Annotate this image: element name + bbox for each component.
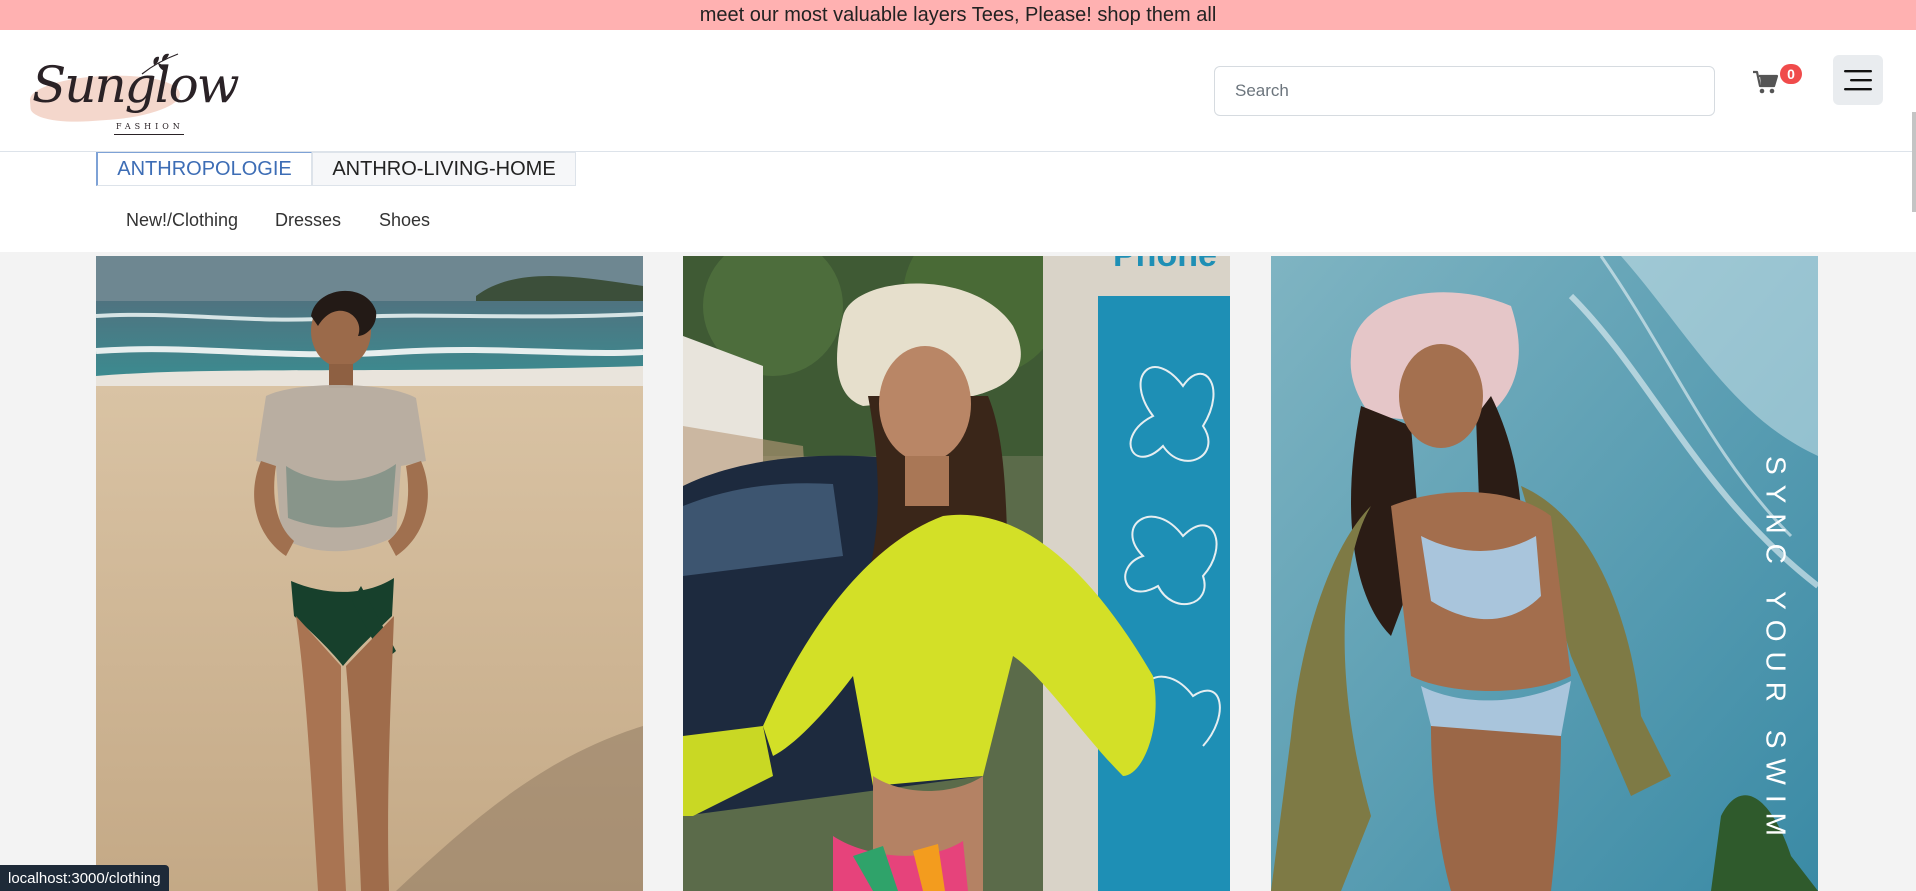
gallery-image-blue-bikini[interactable]: SYNC YOUR SWIM (1271, 256, 1818, 891)
search-input[interactable] (1214, 66, 1715, 116)
product-gallery: Phone (0, 252, 1916, 891)
cart-button[interactable]: 0 (1752, 64, 1802, 102)
nav-link-dresses[interactable]: Dresses (275, 210, 341, 231)
logo-tagline: FASHION (116, 122, 184, 131)
tab-anthro-living-home[interactable]: ANTHRO-LIVING-HOME (312, 152, 576, 186)
nav-link-shoes[interactable]: Shoes (379, 210, 430, 231)
logo-underline (114, 134, 184, 135)
tab-anthropologie[interactable]: ANTHROPOLOGIE (96, 152, 312, 186)
page-scrollbar[interactable] (1912, 112, 1916, 212)
svg-text:Phone: Phone (1113, 256, 1217, 274)
announcement-text: meet our most valuable layers Tees, Plea… (699, 3, 1217, 26)
store-navigation: ANTHROPOLOGIE ANTHRO-LIVING-HOME New!/Cl… (0, 152, 1916, 252)
link-preview-status: localhost:3000/clothing (0, 865, 169, 891)
gallery-image-yellow-jacket[interactable]: Phone (683, 256, 1230, 891)
site-header: Sunglow FASHION 0 (0, 30, 1916, 152)
hamburger-menu-icon (1844, 70, 1872, 91)
announcement-bar: meet our most valuable layers Tees, Plea… (0, 0, 1916, 30)
cart-icon (1753, 70, 1779, 94)
logo-wordmark: Sunglow (32, 56, 240, 114)
status-url: localhost:3000/clothing (8, 869, 161, 887)
brand-logo[interactable]: Sunglow FASHION (28, 50, 240, 135)
menu-toggle-button[interactable] (1833, 55, 1883, 105)
overlay-slogan: SYNC YOUR SWIM (1761, 456, 1792, 846)
cart-count-badge: 0 (1780, 64, 1802, 84)
nav-link-new-clothing[interactable]: New!/Clothing (126, 210, 238, 231)
gallery-image-beach-swimsuit[interactable] (96, 256, 643, 891)
